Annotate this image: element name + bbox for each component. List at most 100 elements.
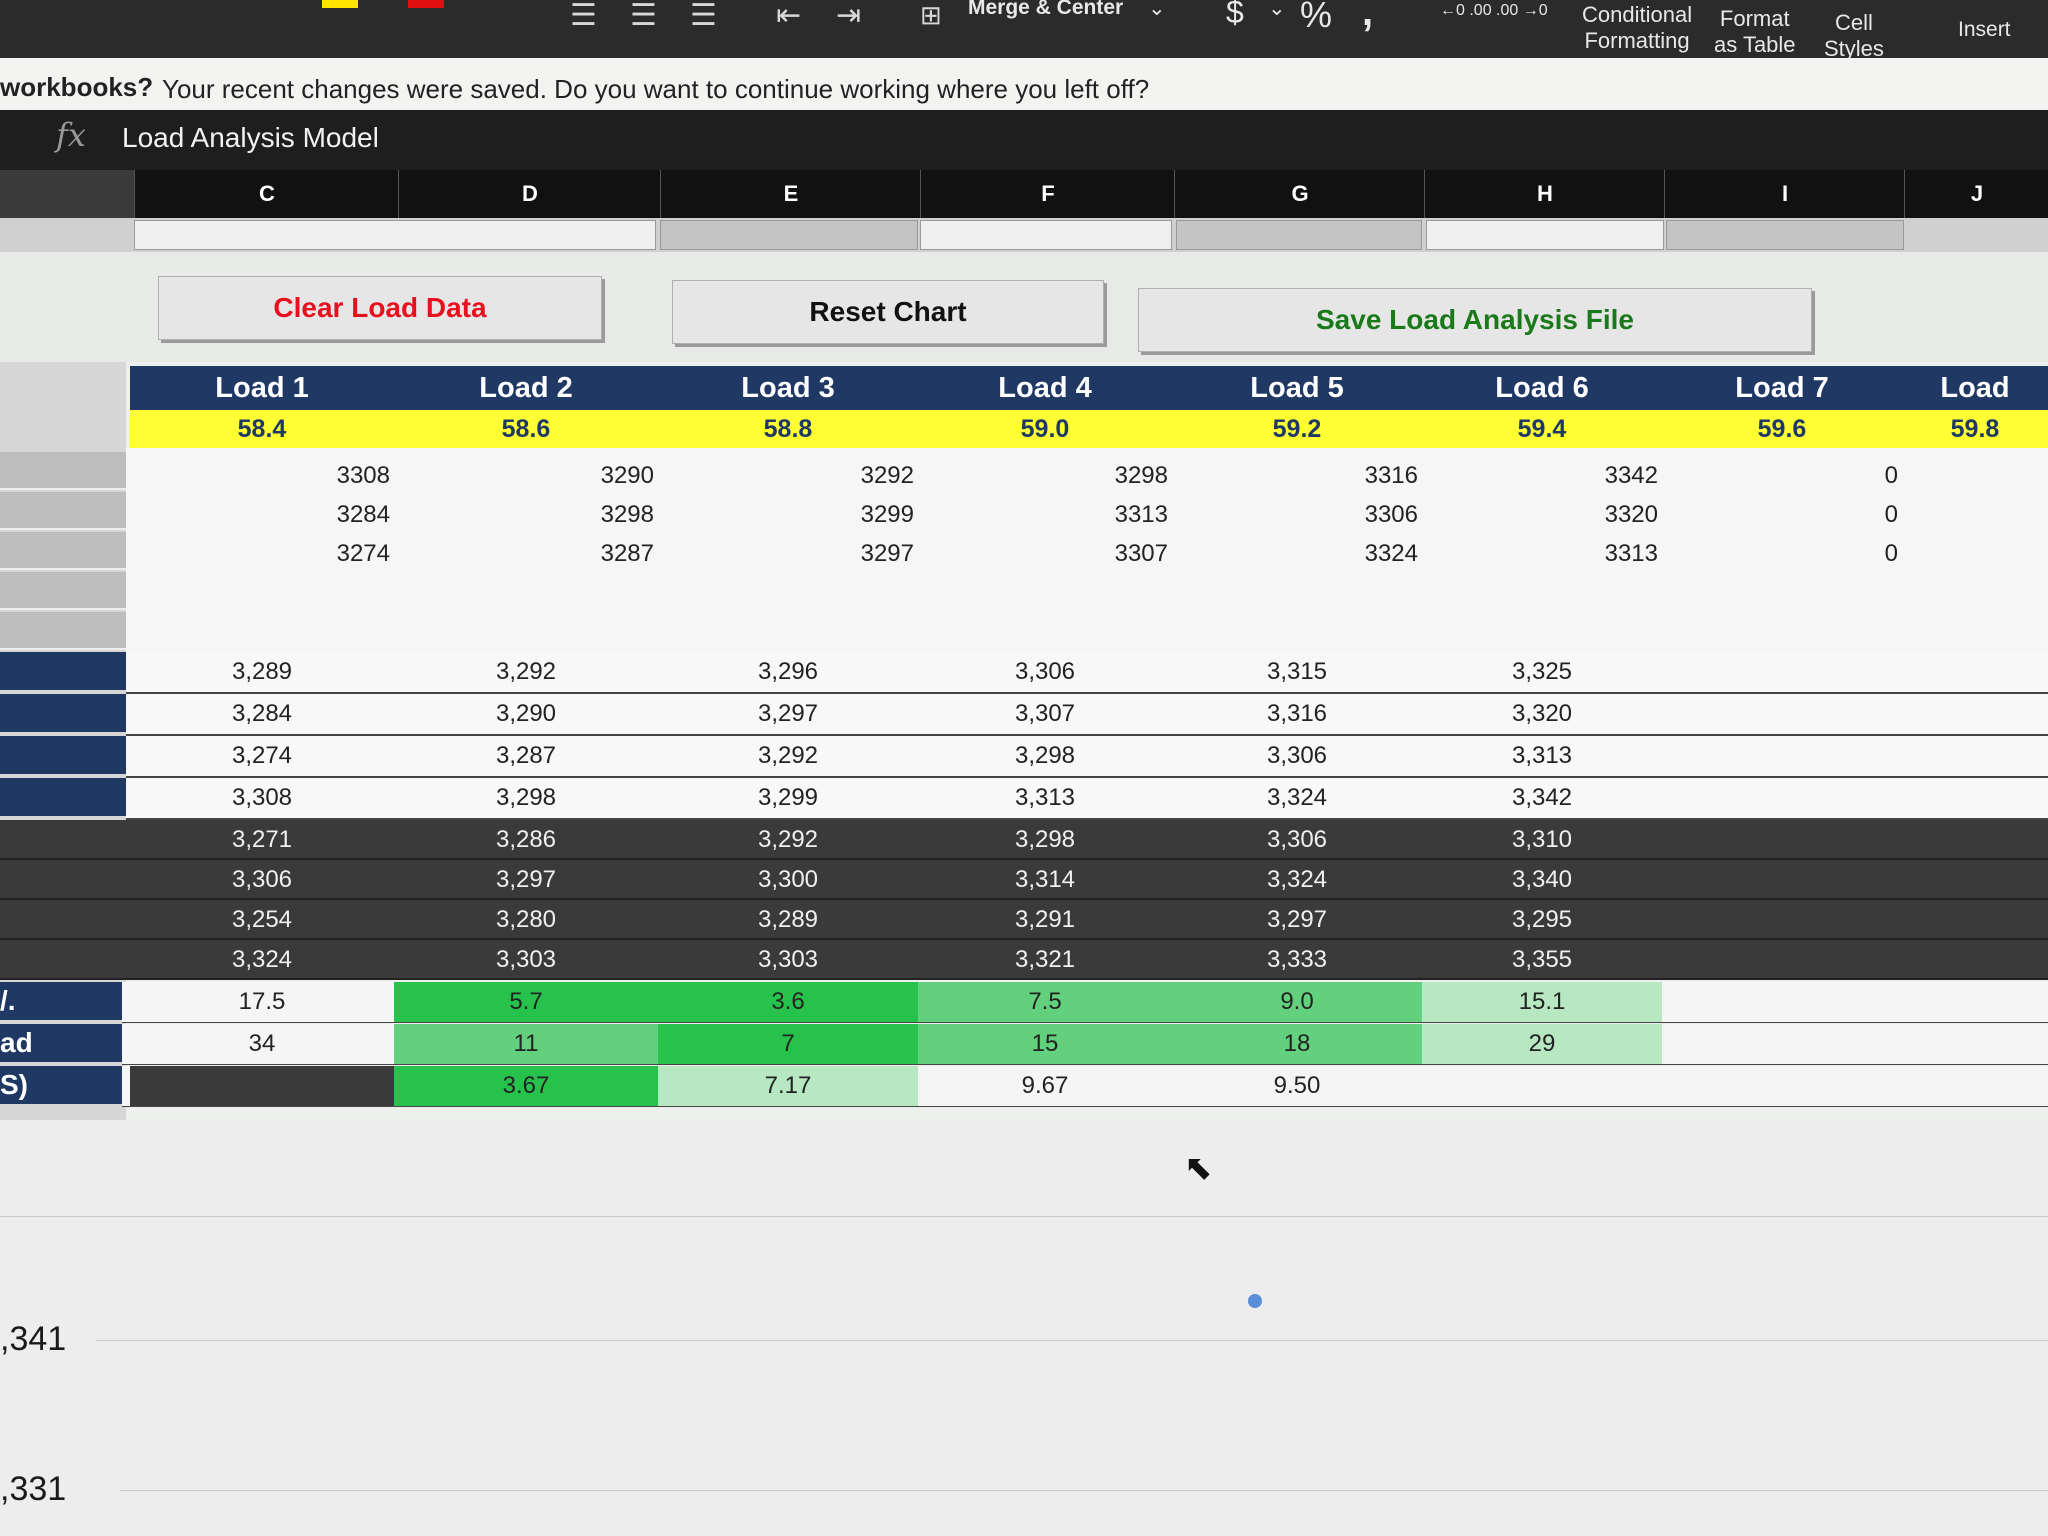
- increase-decimal-icon[interactable]: ←0 .00: [1440, 2, 1492, 20]
- load-header[interactable]: Load 3: [658, 366, 919, 410]
- stat-cell[interactable]: 15: [918, 1024, 1172, 1064]
- row-header[interactable]: [0, 532, 126, 570]
- load-header[interactable]: Load 2: [394, 366, 659, 410]
- summary-value[interactable]: 3,296: [658, 658, 918, 686]
- strip-cell[interactable]: [1426, 220, 1664, 250]
- reset-chart-button[interactable]: Reset Chart: [672, 280, 1104, 344]
- align-right-icon[interactable]: ☰: [690, 0, 717, 33]
- merge-center-icon[interactable]: ⊞: [920, 0, 942, 31]
- row-header[interactable]: [0, 612, 126, 650]
- align-left-icon[interactable]: ☰: [570, 0, 597, 33]
- stat-cell[interactable]: 5.7: [394, 982, 658, 1022]
- summary-value[interactable]: 3,292: [394, 658, 658, 686]
- stat-row-label[interactable]: /.: [0, 982, 122, 1020]
- raw-reading[interactable]: 0: [1662, 540, 1898, 568]
- stat-cell[interactable]: 3.67: [394, 1066, 658, 1106]
- raw-reading[interactable]: 3313: [918, 501, 1168, 529]
- load-temperature[interactable]: 59.6: [1662, 410, 1903, 448]
- dark-row-value[interactable]: 3,300: [658, 866, 918, 894]
- summary-value[interactable]: 3,324: [1172, 784, 1422, 812]
- summary-value[interactable]: 3,306: [1172, 742, 1422, 770]
- strip-cell[interactable]: [134, 220, 656, 250]
- raw-reading[interactable]: 3324: [1172, 540, 1418, 568]
- raw-reading[interactable]: 0: [1662, 462, 1898, 490]
- summary-value[interactable]: 3,289: [130, 658, 394, 686]
- cell-styles-button[interactable]: Cell Styles: [1824, 10, 1884, 62]
- stat-row-label[interactable]: ad: [0, 1024, 122, 1062]
- raw-reading[interactable]: 3313: [1422, 540, 1658, 568]
- row-header-blue[interactable]: [0, 736, 126, 774]
- column-header-h[interactable]: H: [1424, 170, 1665, 218]
- stat-cell[interactable]: 7: [658, 1024, 918, 1064]
- raw-reading[interactable]: 3306: [1172, 501, 1418, 529]
- column-header-i[interactable]: I: [1664, 170, 1905, 218]
- dark-row-value[interactable]: 3,303: [658, 946, 918, 974]
- dark-row-value[interactable]: 3,321: [918, 946, 1172, 974]
- load-temperature[interactable]: 59.2: [1172, 410, 1423, 448]
- summary-value[interactable]: 3,308: [130, 784, 394, 812]
- decrease-indent-icon[interactable]: ⇤: [776, 0, 801, 33]
- decrease-decimal-icon[interactable]: .00 →0: [1496, 2, 1548, 20]
- raw-reading[interactable]: 3298: [918, 462, 1168, 490]
- conditional-formatting-button[interactable]: Conditional Formatting: [1582, 2, 1692, 54]
- load-temperature[interactable]: 59.8: [1902, 410, 2048, 448]
- summary-value[interactable]: 3,320: [1422, 700, 1662, 728]
- stat-cell[interactable]: 29: [1422, 1024, 1662, 1064]
- raw-reading[interactable]: 3320: [1422, 501, 1658, 529]
- load-temperature[interactable]: 59.0: [918, 410, 1173, 448]
- stat-cell[interactable]: 9.0: [1172, 982, 1422, 1022]
- column-header-e[interactable]: E: [660, 170, 921, 218]
- dark-row-value[interactable]: 3,297: [1172, 906, 1422, 934]
- summary-value[interactable]: 3,297: [658, 700, 918, 728]
- load-header[interactable]: Load 5: [1172, 366, 1423, 410]
- dark-row-value[interactable]: 3,324: [1172, 866, 1422, 894]
- summary-value[interactable]: 3,290: [394, 700, 658, 728]
- dark-row-value[interactable]: 3,291: [918, 906, 1172, 934]
- dark-row-value[interactable]: 3,286: [394, 826, 658, 854]
- dark-row-value[interactable]: 3,280: [394, 906, 658, 934]
- stat-cell[interactable]: 7.17: [658, 1066, 918, 1106]
- raw-reading[interactable]: 3290: [394, 462, 654, 490]
- dark-row-value[interactable]: 3,310: [1422, 826, 1662, 854]
- column-header-d[interactable]: D: [398, 170, 661, 218]
- format-as-table-button[interactable]: Format as Table: [1714, 6, 1796, 58]
- load-temperature[interactable]: 58.8: [658, 410, 919, 448]
- strip-cell[interactable]: [1176, 220, 1422, 250]
- chevron-down-icon[interactable]: ⌄: [1148, 0, 1166, 21]
- dark-row-value[interactable]: 3,295: [1422, 906, 1662, 934]
- summary-value[interactable]: 3,315: [1172, 658, 1422, 686]
- raw-reading[interactable]: 3316: [1172, 462, 1418, 490]
- row-header-blue[interactable]: [0, 694, 126, 732]
- stat-cell[interactable]: 11: [394, 1024, 658, 1064]
- raw-reading[interactable]: 3307: [918, 540, 1168, 568]
- raw-reading[interactable]: 3299: [658, 501, 914, 529]
- summary-value[interactable]: 3,284: [130, 700, 394, 728]
- dark-row-value[interactable]: 3,289: [658, 906, 918, 934]
- chevron-down-icon[interactable]: ⌄: [1268, 0, 1286, 21]
- strip-cell[interactable]: [660, 220, 918, 250]
- fx-icon[interactable]: fx: [56, 116, 86, 154]
- stat-cell[interactable]: 15.1: [1422, 982, 1662, 1022]
- summary-value[interactable]: 3,316: [1172, 700, 1422, 728]
- row-header[interactable]: [0, 452, 126, 490]
- stat-row-label[interactable]: S): [0, 1066, 122, 1104]
- stat-cell[interactable]: 17.5: [130, 982, 394, 1022]
- summary-value[interactable]: 3,313: [1422, 742, 1662, 770]
- raw-reading[interactable]: 3284: [130, 501, 390, 529]
- row-header[interactable]: [0, 572, 126, 610]
- load-header[interactable]: Load 7: [1662, 366, 1903, 410]
- load-header[interactable]: Load: [1902, 366, 2048, 410]
- merge-center-button[interactable]: Merge & Center: [968, 0, 1123, 20]
- column-header-g[interactable]: G: [1174, 170, 1425, 218]
- stat-cell[interactable]: 34: [130, 1024, 394, 1064]
- stat-cell[interactable]: 3.6: [658, 982, 918, 1022]
- raw-reading[interactable]: 3287: [394, 540, 654, 568]
- row-header-blue[interactable]: [0, 652, 126, 690]
- summary-value[interactable]: 3,298: [394, 784, 658, 812]
- dark-row-value[interactable]: 3,355: [1422, 946, 1662, 974]
- currency-icon[interactable]: $: [1226, 0, 1244, 31]
- strip-cell[interactable]: [1666, 220, 1904, 250]
- align-center-icon[interactable]: ☰: [630, 0, 657, 33]
- summary-value[interactable]: 3,287: [394, 742, 658, 770]
- formula-input[interactable]: Load Analysis Model: [122, 122, 379, 154]
